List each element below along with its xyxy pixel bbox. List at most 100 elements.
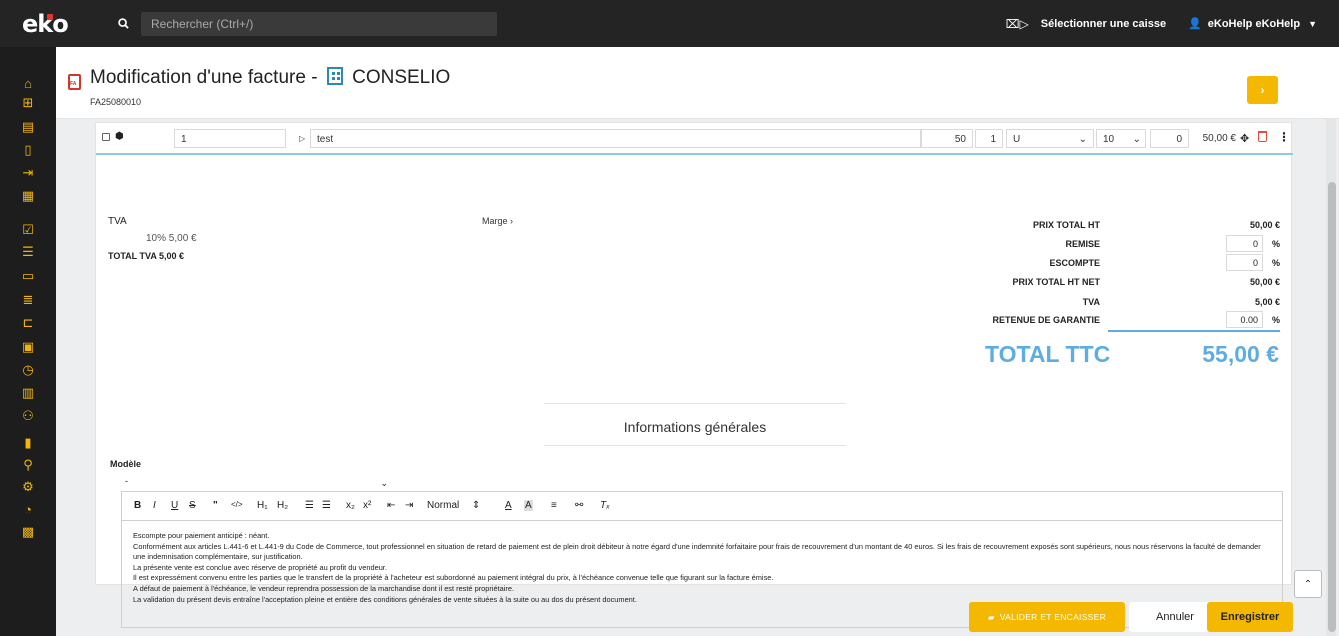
kebab-menu-icon[interactable]: ⋮ (1278, 130, 1290, 144)
escompte-row: ESCOMPTE 0 % (950, 254, 1280, 272)
receipt-icon[interactable]: ▥ (20, 385, 36, 401)
scroll-to-top-button[interactable]: ⌃ (1294, 570, 1322, 598)
line-designation-input[interactable]: test (310, 129, 921, 148)
tva-rate-line: 10% 5,00 € (146, 233, 197, 244)
scrollbar-thumb[interactable] (1328, 182, 1336, 632)
strike-icon[interactable]: S (189, 500, 196, 511)
background-color-icon[interactable]: A (524, 500, 533, 511)
modele-select[interactable]: - ⌄ (121, 473, 392, 492)
caret-right-icon[interactable]: ▷ (299, 129, 305, 148)
editor-toolbar: B I U S " </> H₁ H₂ ☰ ☰ x₂ x² ⇤ ⇥ Normal… (122, 492, 1282, 521)
code-icon[interactable]: </> (231, 500, 243, 509)
main-content: Modification d'une facture - CONSELIO FA… (56, 47, 1339, 636)
chevron-right-icon: › (510, 216, 514, 226)
top-bar: eko Rechercher (Ctrl+/) ⌧▷ Sélectionner … (0, 0, 1339, 47)
bold-icon[interactable]: B (134, 500, 141, 511)
folder-open-icon[interactable]: ▭ (20, 268, 36, 284)
heading2-icon[interactable]: H₂ (277, 500, 288, 511)
subscript-icon[interactable]: x₂ (346, 500, 355, 511)
file-export-icon[interactable]: ⇥ (20, 165, 36, 181)
briefcase-icon[interactable]: ▣ (20, 339, 36, 355)
home-icon[interactable]: ⌂ (20, 75, 36, 91)
line-tva-select[interactable]: 10 ⌄ (1096, 129, 1146, 148)
search-input[interactable]: Rechercher (Ctrl+/) (141, 11, 497, 36)
invoice-card: ⬢ 1 ▷ test 50 1 U ⌄ 10 ⌄ 0 50,00 € ✥ ⋮ TVA… (95, 122, 1293, 628)
marge-button[interactable]: Marge › (482, 216, 513, 226)
underline-icon[interactable]: U (171, 500, 178, 511)
quote-icon[interactable]: " (213, 500, 218, 511)
search-icon[interactable] (105, 10, 141, 38)
tva-row: TVA 5,00 € (1082, 297, 1280, 307)
superscript-icon[interactable]: x² (363, 500, 371, 511)
link-icon[interactable]: ⚯ (575, 500, 583, 511)
users-icon[interactable]: ⚇ (20, 408, 36, 424)
add-square-icon[interactable]: ⊞ (20, 95, 36, 111)
escompte-input[interactable]: 0 (1226, 254, 1263, 271)
italic-icon[interactable]: I (153, 500, 156, 511)
chevron-down-icon[interactable]: ▼ (1308, 19, 1317, 29)
document-icon[interactable]: ▤ (20, 119, 36, 135)
tasks-icon[interactable]: ≣ (20, 292, 36, 308)
prix-total-ht-row: PRIX TOTAL HT 50,00 € (1032, 220, 1280, 230)
chevron-down-icon: ⌄ (380, 478, 388, 488)
clear-format-icon[interactable]: Tₓ (600, 500, 610, 511)
line-price-input[interactable]: 50 (921, 129, 973, 148)
divider (544, 445, 846, 446)
line-discount-input[interactable]: 0 (1150, 129, 1189, 148)
tva-heading: TVA (108, 216, 127, 227)
settings-icon[interactable]: ⚙ (20, 479, 36, 495)
help-icon[interactable]: ◔ (20, 501, 36, 517)
money-icon: ▰ (987, 611, 995, 622)
hierarchy-icon[interactable]: ⊏ (20, 315, 36, 331)
divider (544, 403, 846, 404)
text-color-icon[interactable]: A (505, 500, 512, 511)
ordered-list-icon[interactable]: ☰ (305, 500, 314, 511)
page-header: Modification d'une facture - CONSELIO FA… (56, 47, 1339, 119)
line-unit-select[interactable]: U ⌄ (1006, 129, 1094, 148)
calendar-icon[interactable]: ▦ (20, 188, 36, 204)
total-ttc-value: 55,00 € (1202, 341, 1279, 367)
pdf-icon[interactable] (68, 74, 81, 90)
sidebar: ⌂ ⊞ ▤ ▯ ⇥ ▦ ☑ ☰ ▭ ≣ ⊏ ▣ ◷ ▥ ⚇ ▮ ⚲ ⚙ ◔ ▩ (0, 47, 56, 636)
editor-content[interactable]: Escompte pour paiement anticipé : néant.… (133, 531, 1273, 605)
align-icon[interactable]: ≡ (551, 500, 557, 511)
remise-input[interactable]: 0 (1226, 235, 1263, 252)
bar-chart-icon[interactable]: ▮ (20, 435, 36, 451)
retenue-row: RETENUE DE GARANTIE 0.00 % (950, 311, 1280, 329)
move-icon[interactable]: ✥ (1240, 132, 1249, 145)
line-position-input[interactable]: 1 (174, 129, 286, 148)
building-icon (326, 67, 343, 85)
outdent-icon[interactable]: ⇤ (387, 500, 395, 511)
remise-row: REMISE 0 % (950, 235, 1280, 253)
validate-and-collect-button[interactable]: ▰ VALIDER ET ENCAISSER (969, 602, 1125, 632)
stopwatch-icon[interactable]: ◷ (20, 362, 36, 378)
save-button[interactable]: Enregistrer (1207, 602, 1293, 632)
next-button[interactable]: › (1247, 76, 1278, 104)
section-title: Informations générales (623, 419, 767, 435)
retenue-input[interactable]: 0.00 (1226, 311, 1263, 328)
page-title: Modification d'une facture - CONSELIO (90, 67, 451, 88)
list-icon[interactable]: ☰ (20, 244, 36, 260)
search-icon[interactable]: ⚲ (20, 457, 36, 473)
invoice-line-row: ⬢ 1 ▷ test 50 1 U ⌄ 10 ⌄ 0 50,00 € ✥ ⋮ (96, 123, 1293, 155)
line-checkbox[interactable] (102, 133, 110, 141)
app-logo[interactable]: eko (0, 0, 85, 47)
chevron-down-icon: ⌄ (1078, 134, 1087, 145)
calculator-icon[interactable]: ▩ (20, 524, 36, 540)
line-total: 50,00 € (1202, 133, 1236, 144)
calendar-check-icon[interactable]: ☑ (20, 222, 36, 238)
heading1-icon[interactable]: H₁ (257, 500, 268, 511)
indent-icon[interactable]: ⇥ (405, 500, 413, 511)
format-select[interactable]: Normal (427, 500, 459, 511)
bullet-list-icon[interactable]: ☰ (322, 500, 331, 511)
select-caisse-button[interactable]: Sélectionner une caisse (1041, 18, 1166, 30)
file-icon[interactable]: ▯ (20, 142, 36, 158)
editor-line: A défaut de paiement à l'échéance, le ve… (133, 583, 515, 593)
line-quantity-input[interactable]: 1 (975, 129, 1003, 148)
trash-icon[interactable] (1258, 131, 1267, 142)
cash-register-icon[interactable]: ⌧▷ (1006, 17, 1029, 31)
user-menu[interactable]: eKoHelp eKoHelp (1208, 18, 1300, 30)
editor-line: Conformément aux articles L.441-6 et L.4… (133, 541, 1261, 562)
client-name[interactable]: CONSELIO (352, 67, 450, 88)
total-ttc-label: TOTAL TTC (985, 341, 1111, 367)
